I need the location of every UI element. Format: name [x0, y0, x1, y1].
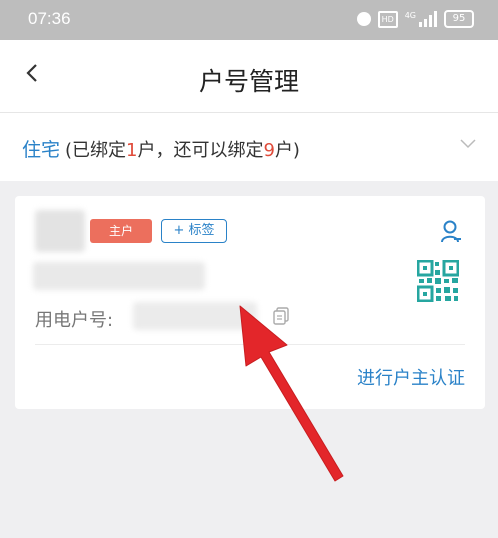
binding-summary: (已绑定1户，还可以绑定9户): [65, 136, 300, 162]
alarm-icon: [356, 12, 371, 26]
account-type-label: 住宅: [22, 139, 61, 161]
binding-summary-middle: 户，还可以绑定: [137, 140, 264, 161]
account-address-redacted: [33, 262, 205, 290]
account-number-redacted: [133, 302, 257, 330]
page-header: 户号管理: [0, 40, 498, 113]
network-label: 4G: [404, 10, 416, 20]
binding-summary-close: 户): [274, 140, 300, 161]
battery-icon: 95: [444, 10, 474, 28]
status-time: 07:36: [28, 9, 71, 28]
qr-code-icon[interactable]: [417, 260, 459, 302]
add-tag-button[interactable]: + 标签: [161, 219, 227, 243]
account-type-selector[interactable]: 住宅 (已绑定1户，还可以绑定9户): [0, 113, 498, 181]
copy-icon[interactable]: [273, 307, 289, 325]
available-count: 9: [263, 140, 275, 161]
status-bar: 07:36 HD 4G 95: [0, 0, 498, 40]
card-divider: [35, 344, 465, 345]
account-number-label: 用电户号:: [35, 310, 114, 331]
owner-verification-link[interactable]: 进行户主认证: [357, 364, 465, 390]
page-title: 户号管理: [198, 67, 299, 96]
account-name-redacted: [35, 210, 85, 252]
user-icon[interactable]: [440, 220, 462, 244]
binding-summary-open: (已绑定: [65, 140, 127, 161]
account-card: 主户 + 标签 用电户号: 进行户主认证: [15, 196, 485, 409]
main-account-badge: 主户: [90, 219, 152, 243]
status-icons: HD 4G 95: [356, 10, 474, 28]
chevron-down-icon[interactable]: [460, 139, 476, 149]
signal-icon: [419, 11, 437, 27]
hd-icon: HD: [377, 10, 398, 28]
bound-count: 1: [126, 140, 138, 161]
